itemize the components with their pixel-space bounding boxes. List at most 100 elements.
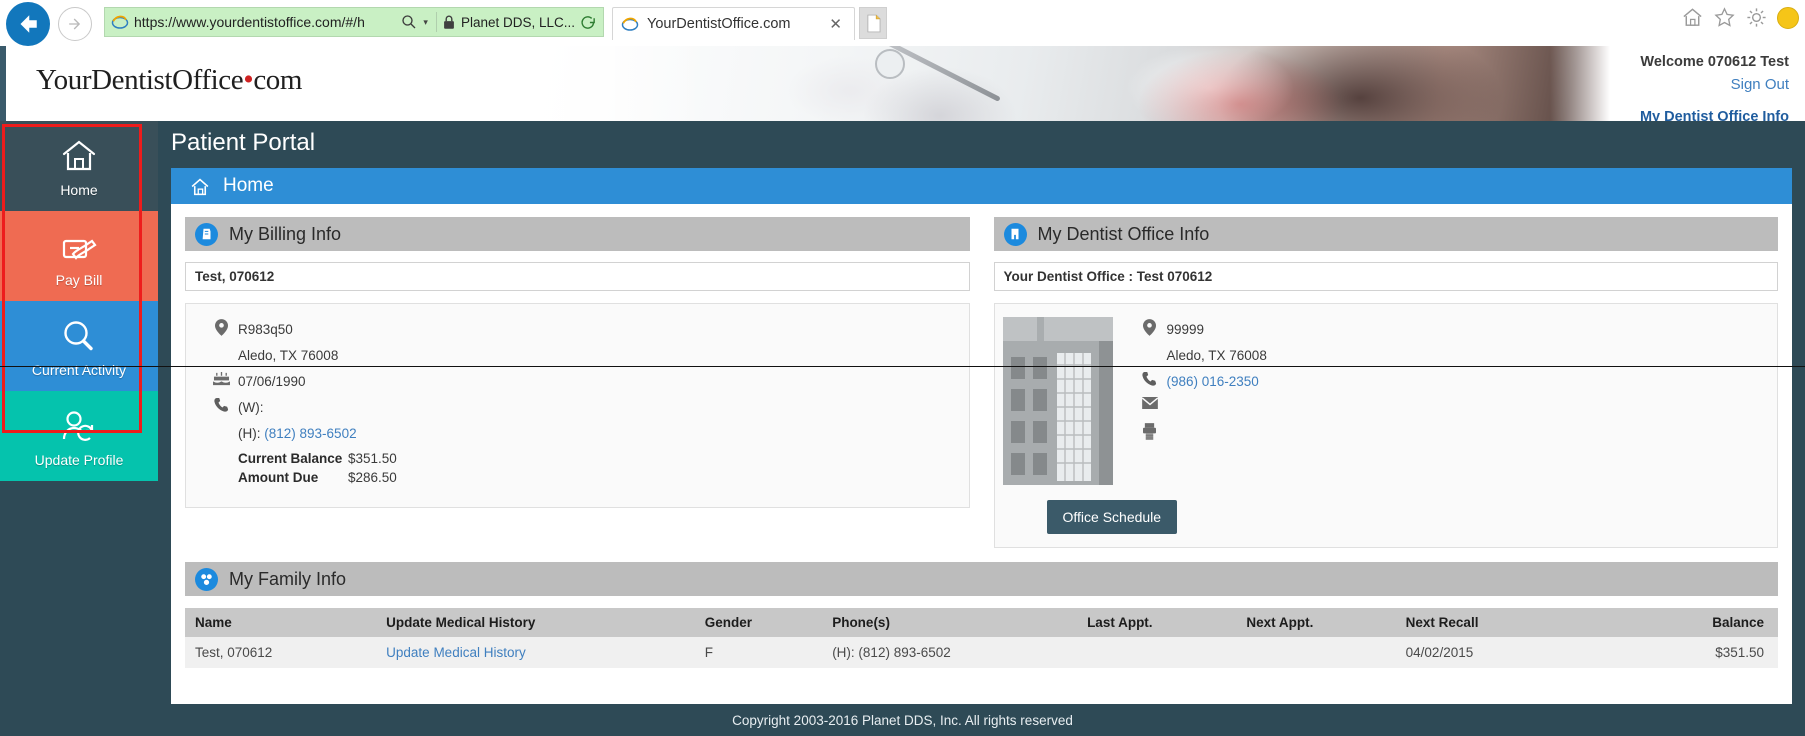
sidebar-item-label: Update Profile: [34, 452, 124, 468]
billing-address-row-2: Aledo, TX 76008: [186, 343, 969, 369]
house-icon: [60, 134, 98, 174]
patient-name: Test, 070612: [195, 269, 275, 284]
cell-update-mh: Update Medical History: [376, 637, 695, 668]
tab-title: YourDentistOffice.com: [647, 16, 791, 32]
phone-icon: [204, 395, 238, 412]
cell-phones: (H): (812) 893-6502: [822, 637, 1078, 668]
current-balance-value: $351.50: [348, 451, 397, 466]
browser-chrome: https://www.yourdentistoffice.com/#/h ▾ …: [0, 0, 1805, 46]
site-logo[interactable]: YourDentistOffice•com: [36, 64, 302, 97]
office-panel-title: My Dentist Office Info: [1037, 223, 1210, 244]
column-header-name[interactable]: Name: [185, 608, 377, 637]
office-name-field: Your Dentist Office : Test 070612: [993, 262, 1778, 291]
billing-panel-title: My Billing Info: [229, 223, 342, 244]
location-pin-icon: [1133, 317, 1167, 336]
new-tab-button[interactable]: [859, 7, 887, 39]
lock-icon: [444, 15, 454, 29]
sidebar-item-label: Home: [60, 182, 98, 198]
back-arrow-icon: [20, 15, 37, 33]
office-phone-link[interactable]: (986) 016-2350: [1167, 374, 1259, 389]
copyright-text: Copyright 2003-2016 Planet DDS, Inc. All…: [732, 712, 1073, 728]
billing-panel: My Billing Info Test, 070612 R983q50 Ale…: [185, 217, 970, 548]
footer: Copyright 2003-2016 Planet DDS, Inc. All…: [0, 704, 1805, 736]
divider: [435, 12, 437, 32]
office-schedule-button[interactable]: Office Schedule: [1046, 500, 1178, 534]
sidebar-item-home[interactable]: Home: [0, 121, 158, 211]
forward-arrow-icon: [69, 18, 81, 30]
billing-address-line2: Aledo, TX 76008: [238, 348, 339, 363]
logo-text-secondary: com: [253, 64, 303, 96]
office-address-line2: Aledo, TX 76008: [1166, 348, 1267, 363]
office-phone-row: (986) 016-2350: [1115, 369, 1778, 395]
office-fax-row: [1115, 421, 1778, 447]
info-panels: My Billing Info Test, 070612 R983q50 Ale…: [171, 204, 1792, 548]
office-contact-lines: 99999 Aledo, TX 76008 (986) 016-2350: [1115, 317, 1778, 490]
dental-mirror-graphic: [875, 49, 905, 79]
phone-icon: [1133, 369, 1167, 386]
close-icon[interactable]: ✕: [825, 15, 846, 33]
forward-button[interactable]: [58, 7, 92, 41]
office-address-row-2: Aledo, TX 76008: [1115, 343, 1778, 369]
back-button[interactable]: [6, 2, 50, 46]
home-icon[interactable]: [1681, 6, 1704, 29]
sign-out-link[interactable]: Sign Out: [1640, 73, 1789, 96]
logo-dot-icon: •: [243, 63, 254, 96]
amount-due-row: Amount Due $286.50: [186, 470, 969, 485]
url-text: https://www.yourdentistoffice.com/#/h: [134, 14, 365, 30]
table-row: Test, 070612 Update Medical History F (H…: [185, 637, 1778, 668]
patient-name-field: Test, 070612: [185, 262, 970, 291]
billing-home-phone-row: (H): (812) 893-6502: [186, 421, 969, 447]
billing-birthdate: 07/06/1990: [238, 374, 306, 389]
column-header-update-mh[interactable]: Update Medical History: [376, 608, 695, 637]
table-header-row: Name Update Medical History Gender Phone…: [185, 608, 1778, 637]
update-medical-history-link[interactable]: Update Medical History: [386, 645, 526, 660]
star-icon[interactable]: [1713, 6, 1736, 29]
column-header-next-appt[interactable]: Next Appt.: [1236, 608, 1396, 637]
office-panel: My Dentist Office Info Your Dentist Offi…: [993, 217, 1778, 548]
browser-tab[interactable]: YourDentistOffice.com ✕: [612, 7, 855, 40]
sidebar-item-label: Pay Bill: [55, 272, 103, 288]
main-content: Patient Portal Home My Billing Info Test…: [158, 121, 1805, 736]
column-header-last-appt[interactable]: Last Appt.: [1077, 608, 1237, 637]
column-header-next-recall[interactable]: Next Recall: [1395, 608, 1587, 637]
house-icon: [191, 177, 209, 195]
sidebar-item-pay-bill[interactable]: Pay Bill: [0, 211, 158, 301]
sidebar-item-current-activity[interactable]: Current Activity: [0, 301, 158, 391]
payment-card-icon: [59, 224, 99, 264]
family-section: My Family Info Name Update Medical Histo…: [171, 548, 1792, 668]
column-header-gender[interactable]: Gender: [694, 608, 823, 637]
address-bar[interactable]: https://www.yourdentistoffice.com/#/h ▾ …: [104, 7, 604, 37]
column-header-balance[interactable]: Balance: [1586, 608, 1778, 637]
fax-icon: [1133, 421, 1167, 440]
banner-fade-right: [1550, 46, 1610, 121]
home-phone-link[interactable]: (812) 893-6502: [264, 426, 356, 441]
welcome-text: Welcome 070612 Test: [1640, 54, 1789, 70]
my-dentist-office-info-link[interactable]: My Dentist Office Info: [1640, 106, 1789, 121]
search-icon[interactable]: [400, 13, 418, 31]
breadcrumb: Home: [171, 168, 1792, 204]
office-panel-header: My Dentist Office Info: [993, 217, 1778, 251]
office-address-row: 99999: [1115, 317, 1778, 343]
certificate-name: Planet DDS, LLC...: [460, 14, 575, 30]
home-phone-label: (H):: [238, 426, 261, 441]
gear-icon[interactable]: [1745, 6, 1768, 29]
chevron-down-icon[interactable]: ▾: [423, 17, 431, 28]
refresh-icon[interactable]: [580, 14, 597, 31]
birthday-cake-icon: [204, 369, 238, 387]
column-header-phones[interactable]: Phone(s): [822, 608, 1078, 637]
header-user-area: Welcome 070612 Test Sign Out My Dentist …: [1640, 51, 1789, 121]
office-badge-icon: [1003, 222, 1027, 246]
office-name: Your Dentist Office : Test 070612: [1003, 269, 1213, 284]
billing-badge-icon: [195, 222, 218, 246]
office-email-row: [1115, 395, 1778, 421]
cell-balance: $351.50: [1586, 637, 1778, 668]
cell-next-appt: [1236, 637, 1396, 668]
notification-badge-icon[interactable]: [1777, 6, 1799, 29]
envelope-icon: [1133, 395, 1167, 409]
cell-gender: F: [694, 637, 823, 668]
dental-tool-graphic: [829, 46, 1001, 102]
cell-next-recall: 04/02/2015: [1395, 637, 1587, 668]
site-header: YourDentistOffice•com Welcome 070612 Tes…: [0, 46, 1805, 121]
office-building-illustration: [995, 317, 1115, 490]
sidebar-item-update-profile[interactable]: Update Profile: [0, 391, 158, 481]
